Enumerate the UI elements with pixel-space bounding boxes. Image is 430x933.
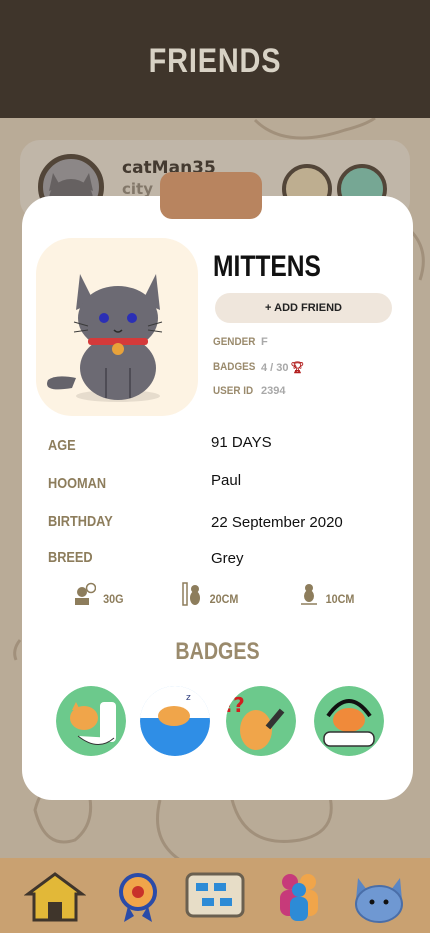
modal-tab-handle[interactable] [160,172,262,219]
add-friend-button[interactable]: + ADD FRIEND [215,293,392,323]
badges-count-text: 4 / 30 [261,362,289,374]
hooman-value: Paul [211,472,242,489]
friend-profile-modal: MITTENS + ADD FRIEND GENDER F BADGES 4 /… [22,196,413,800]
trophy-icon: 🏆︎ [290,362,305,374]
cat-profile-icon[interactable] [348,870,410,924]
birthday-label: BIRTHDAY [48,513,113,530]
svg-text:!?: !? [226,693,245,717]
weight-value: 30G [103,592,124,606]
age-label: AGE [48,437,76,454]
birthday-value: 22 September 2020 [211,514,343,531]
svg-text:z: z [186,693,191,703]
height-stat: 20CM [182,582,240,606]
hooman-label: HOOMAN [48,475,107,492]
badges-section-title: BADGES [175,638,260,665]
board-icon[interactable] [184,870,246,924]
grey-cat-illustration [47,274,163,402]
cat-avatar [36,238,198,416]
gender-value: F [261,336,268,348]
app-header: FRIENDS [0,0,430,118]
user-id-value: 2394 [261,385,286,397]
toilet-cat-badge-icon[interactable] [56,686,126,756]
weight-stat: 30G [74,582,125,606]
vet-injection-badge-icon[interactable]: !? [226,686,296,756]
scale-cat-icon [75,582,96,605]
breed-value: Grey [211,550,244,567]
bottom-navigation [0,858,430,933]
award-medal-icon[interactable] [108,870,170,924]
length-value: 10CM [325,592,355,606]
gender-label: GENDER [213,336,256,348]
cat-name: MITTENS [213,250,321,283]
age-value: 91 DAYS [211,434,272,451]
user-id-label: USER ID [213,385,254,397]
badges-count-value: 4 / 30 🏆︎ [261,361,305,374]
length-stat: 10CM [300,582,356,606]
ruler-cat-icon [182,582,200,606]
measure-cat-icon [301,584,317,605]
height-value: 20CM [209,592,239,606]
page-title: FRIENDS [148,42,282,80]
gamer-cat-badge-icon[interactable] [314,686,384,756]
home-icon[interactable] [23,870,87,924]
breed-label: BREED [48,549,93,566]
sleeping-cat-badge-icon[interactable]: z [140,686,210,756]
friends-icon[interactable] [268,870,330,924]
badges-count-label: BADGES [213,361,256,373]
